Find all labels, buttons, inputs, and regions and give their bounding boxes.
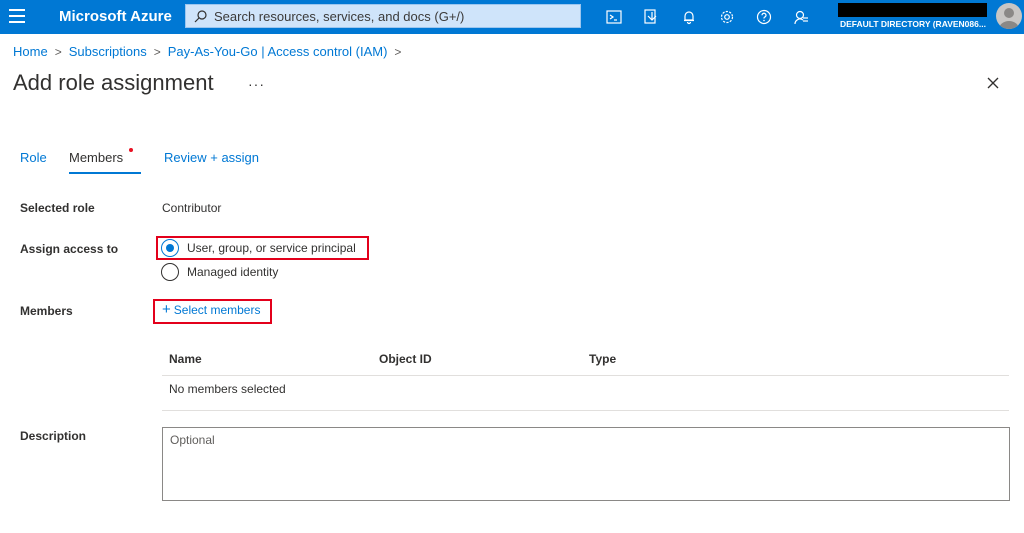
chevron-right-icon: >	[153, 44, 161, 59]
breadcrumb-access-control[interactable]: Pay-As-You-Go | Access control (IAM)	[168, 44, 388, 59]
directory-filter-icon[interactable]	[641, 7, 661, 27]
page-title: Add role assignment	[13, 70, 214, 95]
menu-icon[interactable]	[9, 9, 25, 23]
column-header-type: Type	[589, 352, 617, 366]
description-field[interactable]	[162, 427, 1010, 501]
radio-unchecked-icon[interactable]	[161, 263, 179, 281]
radio-managed-identity[interactable]: Managed identity	[161, 263, 278, 281]
breadcrumb-home[interactable]: Home	[13, 44, 48, 59]
search-icon	[194, 9, 207, 22]
chevron-right-icon: >	[54, 44, 62, 59]
cloud-shell-icon[interactable]	[604, 7, 624, 27]
selected-role-value: Contributor	[162, 201, 222, 215]
avatar[interactable]	[996, 3, 1022, 29]
highlight-box	[153, 299, 272, 324]
assign-access-label: Assign access to	[20, 242, 119, 256]
close-icon[interactable]	[986, 76, 1002, 92]
notifications-icon[interactable]	[679, 7, 699, 27]
search-placeholder: Search resources, services, and docs (G+…	[214, 8, 465, 24]
more-options-button[interactable]: ···	[248, 76, 265, 92]
tab-review-assign[interactable]: Review + assign	[164, 150, 259, 165]
redacted-account-name	[838, 3, 987, 17]
divider	[162, 410, 1009, 411]
radio-label: Managed identity	[187, 265, 279, 279]
search-input[interactable]: Search resources, services, and docs (G+…	[185, 4, 581, 28]
brand-title[interactable]: Microsoft Azure	[59, 8, 172, 25]
members-label: Members	[20, 304, 73, 318]
settings-icon[interactable]	[717, 7, 737, 27]
tab-members[interactable]: Members	[69, 150, 123, 165]
unsaved-indicator-dot	[129, 148, 133, 152]
tenant-name[interactable]: DEFAULT DIRECTORY (RAVEN086...	[840, 19, 990, 29]
active-tab-indicator	[69, 172, 141, 174]
breadcrumb: Home > Subscriptions > Pay-As-You-Go | A…	[13, 44, 408, 59]
tab-role[interactable]: Role	[20, 150, 47, 165]
chevron-right-icon: >	[394, 44, 402, 59]
help-icon[interactable]	[754, 7, 774, 27]
selected-role-label: Selected role	[20, 201, 95, 215]
description-label: Description	[20, 429, 87, 443]
table-empty-message: No members selected	[169, 382, 286, 396]
top-bar: Microsoft Azure Search resources, servic…	[0, 0, 1024, 34]
highlight-box	[156, 236, 369, 260]
feedback-icon[interactable]	[791, 7, 811, 27]
breadcrumb-subscriptions[interactable]: Subscriptions	[69, 44, 147, 59]
column-header-object-id: Object ID	[379, 352, 432, 366]
column-header-name: Name	[169, 352, 202, 366]
divider	[162, 375, 1009, 376]
